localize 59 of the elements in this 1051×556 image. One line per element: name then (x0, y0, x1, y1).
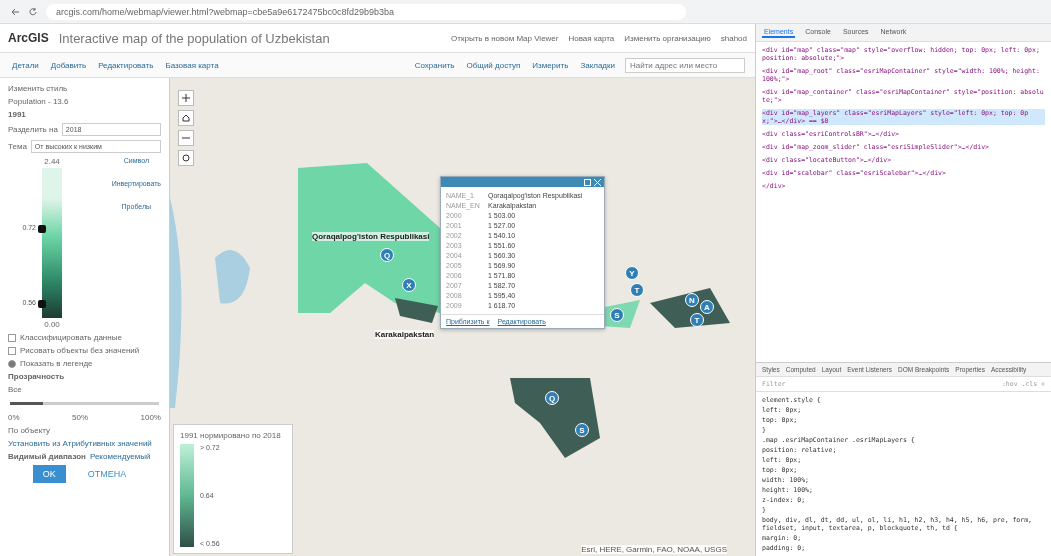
toolbar-button[interactable]: Закладки (578, 58, 617, 72)
plus-icon (182, 94, 190, 102)
toolbar-button[interactable]: Базовая карта (163, 58, 221, 72)
address-bar[interactable]: arcgis.com/home/webmap/viewer.html?webmap=cbe5a9e6172475bc0c8fd29b9b3ba (46, 3, 686, 20)
option-label: Классифицировать данные (20, 333, 122, 342)
ramp-min: 0.00 (44, 320, 60, 329)
header-link[interactable]: Открыть в новом Map Viewer (451, 33, 559, 43)
toolbar-button[interactable]: Измерить (530, 58, 571, 72)
per-feature-label: По объекту (8, 426, 51, 435)
toolbar-button[interactable]: Общий доступ (464, 58, 523, 72)
cancel-button[interactable]: ОТМЕНА (77, 465, 137, 483)
header-link[interactable]: shahod (720, 33, 747, 43)
toolbar-button[interactable]: Редактировать (96, 58, 156, 72)
panel-title: Изменить стиль (8, 84, 69, 93)
header-link[interactable]: Новая карта (568, 33, 615, 43)
field-name: 1991 (8, 110, 27, 119)
toolbar-button[interactable]: Детали (10, 58, 41, 72)
home-button[interactable] (178, 110, 194, 126)
search-field[interactable]: Найти адрес или место (625, 57, 745, 73)
ramp-max: 2.44 (44, 157, 60, 166)
back-icon[interactable] (10, 6, 20, 17)
close-icon[interactable] (594, 178, 601, 186)
slider-handle[interactable] (38, 225, 46, 233)
slider-tick: 100% (140, 413, 161, 422)
locate-button[interactable] (178, 150, 194, 166)
toolbar-button[interactable]: Добавить (48, 58, 89, 72)
refresh-icon[interactable] (28, 6, 38, 17)
region-label: Qoraqalpog'iston Respublikasi (312, 232, 430, 241)
legend-title: 1991 нормировано по 2018 (180, 431, 282, 440)
header-link[interactable]: Изменить организацию (624, 33, 711, 43)
option-label: Рисовать объекты без значений (20, 346, 140, 355)
map-marker[interactable]: T (630, 283, 644, 297)
minus-icon (182, 134, 190, 142)
option-label: Показать в легенде (20, 359, 93, 368)
option-checkbox[interactable] (8, 346, 16, 355)
recommended-link[interactable]: Рекомендуемый (89, 452, 151, 461)
divide-label: Разделить на (8, 125, 58, 134)
section-title: Прозрачность (8, 372, 66, 381)
circle-icon (182, 154, 190, 162)
region-label: Karakalpakstan (375, 330, 435, 339)
slider-handle[interactable] (38, 300, 46, 308)
transparency-slider[interactable] (10, 402, 159, 405)
home-icon (182, 114, 190, 122)
maximize-icon[interactable] (584, 178, 591, 186)
option-checkbox[interactable] (8, 333, 16, 342)
slider-tick: 50% (72, 413, 89, 422)
ok-button[interactable]: OK (32, 465, 66, 483)
layer-name: Population - 13.6 (8, 97, 70, 106)
map-title: Interactive map of the population of Uzbekistan (58, 30, 331, 46)
attribute-link[interactable]: Установить из Атрибутивных значений (8, 439, 161, 448)
app-logo[interactable]: ArcGIS (8, 31, 49, 45)
transparency-mode: Все (8, 385, 23, 394)
slider-tick: 0% (8, 413, 20, 422)
section-title: Видимый диапазон (8, 452, 86, 461)
theme-label: Тема (8, 142, 27, 151)
toolbar-button[interactable]: Сохранить (412, 58, 457, 72)
map-attribution: Esri, HERE, Garmin, FAO, NOAA, USGS (581, 545, 727, 554)
option-checkbox[interactable] (8, 359, 16, 368)
map-marker[interactable]: Y (625, 266, 639, 280)
